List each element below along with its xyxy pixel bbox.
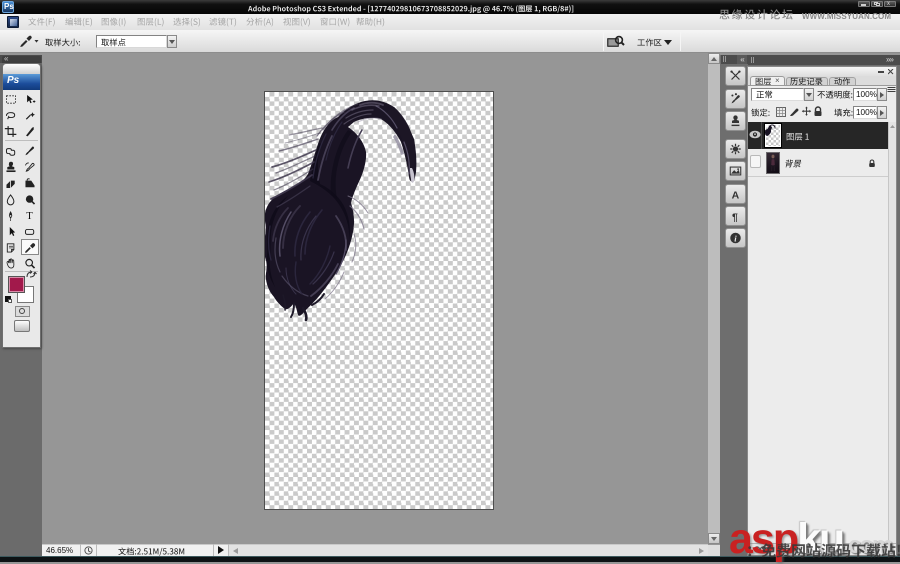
svg-text:¶: ¶ bbox=[732, 211, 738, 223]
svg-text:T: T bbox=[26, 210, 33, 222]
svg-text:A: A bbox=[732, 189, 740, 201]
